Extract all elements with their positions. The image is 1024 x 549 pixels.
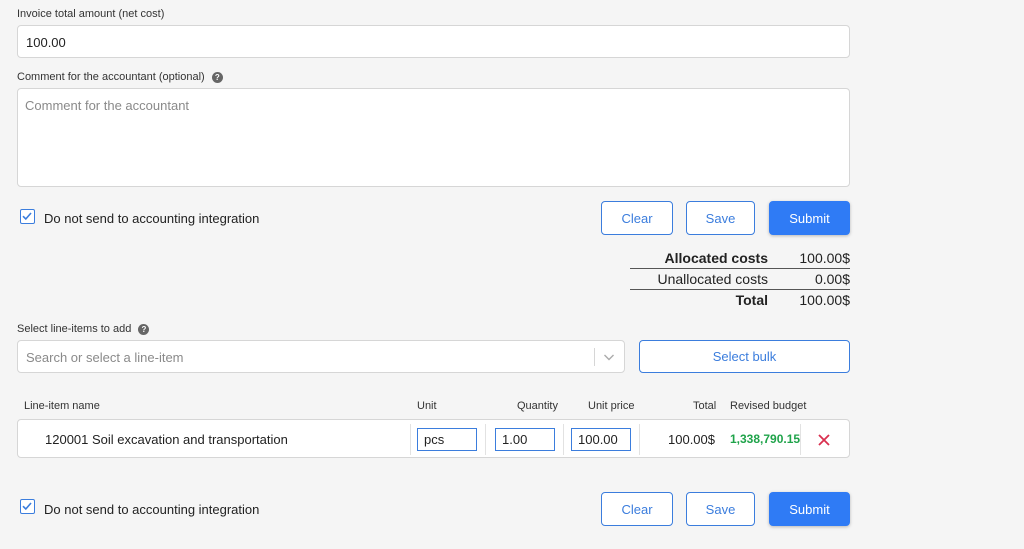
clear-button-bottom[interactable]: Clear — [601, 492, 673, 526]
invoice-total-input[interactable]: 100.00 — [17, 25, 850, 58]
col-header-revised-budget: Revised budget — [730, 400, 807, 412]
checkmark-icon — [22, 212, 32, 221]
quantity-input-value: 1.00 — [502, 432, 528, 447]
quantity-input[interactable]: 1.00 — [495, 428, 555, 451]
col-header-unit: Unit — [417, 400, 437, 412]
unit-price-input-value: 100.00 — [578, 432, 618, 447]
col-header-name: Line-item name — [24, 400, 100, 412]
unallocated-costs-value: 0.00$ — [814, 271, 850, 287]
save-button-bottom[interactable]: Save — [686, 492, 755, 526]
table-row: 120001 Soil excavation and transportatio… — [17, 419, 850, 458]
cell-separator — [563, 424, 564, 455]
unit-input-value: pcs — [424, 432, 445, 447]
close-icon[interactable] — [817, 433, 831, 447]
select-line-items-label: Select line-items to add ? — [17, 323, 150, 335]
no-accounting-checkbox-bottom[interactable] — [20, 499, 35, 514]
select-separator — [594, 348, 595, 366]
cell-separator — [639, 424, 640, 455]
comment-label-text: Comment for the accountant (optional) — [17, 71, 205, 83]
cell-separator — [410, 424, 411, 455]
submit-button-top[interactable]: Submit — [769, 201, 850, 235]
summary-unallocated-row: Unallocated costs 0.00$ — [630, 271, 850, 289]
invoice-total-value: 100.00 — [26, 35, 66, 50]
no-accounting-label-top: Do not send to accounting integration — [44, 211, 260, 226]
save-button-top[interactable]: Save — [686, 201, 755, 235]
no-accounting-checkbox-top[interactable] — [20, 209, 35, 224]
summary-divider-1 — [630, 268, 850, 269]
checkmark-icon — [22, 502, 32, 511]
cell-separator — [485, 424, 486, 455]
select-bulk-button[interactable]: Select bulk — [639, 340, 850, 373]
summary-total-row: Total 100.00$ — [630, 292, 850, 310]
col-header-quantity: Quantity — [517, 400, 558, 412]
col-header-total: Total — [693, 400, 717, 412]
comment-textarea[interactable]: Comment for the accountant — [17, 88, 850, 187]
cell-separator — [800, 424, 801, 455]
summary-divider-2 — [630, 289, 850, 290]
line-item-total: 100.00$ — [668, 432, 715, 447]
no-accounting-label-bottom: Do not send to accounting integration — [44, 502, 260, 517]
clear-button-top[interactable]: Clear — [601, 201, 673, 235]
question-circle-icon[interactable]: ? — [211, 71, 223, 83]
line-item-search-select[interactable]: Search or select a line-item — [17, 340, 625, 373]
line-item-name: 120001 Soil excavation and transportatio… — [45, 432, 288, 447]
unallocated-costs-label: Unallocated costs — [657, 271, 768, 287]
chevron-down-icon[interactable] — [603, 352, 615, 362]
total-label: Total — [735, 292, 768, 308]
unit-price-input[interactable]: 100.00 — [571, 428, 631, 451]
invoice-total-label: Invoice total amount (net cost) — [17, 8, 165, 20]
line-item-search-placeholder: Search or select a line-item — [26, 350, 184, 365]
question-circle-icon[interactable]: ? — [138, 323, 150, 335]
comment-placeholder: Comment for the accountant — [25, 98, 190, 113]
allocated-costs-label: Allocated costs — [664, 250, 768, 266]
summary-allocated-row: Allocated costs 100.00$ — [630, 250, 850, 268]
total-value: 100.00$ — [799, 292, 850, 308]
allocated-costs-value: 100.00$ — [799, 250, 850, 266]
select-line-items-label-text: Select line-items to add — [17, 323, 132, 335]
line-item-revised-budget: 1,338,790.15 — [730, 432, 801, 446]
col-header-unit-price: Unit price — [588, 400, 635, 412]
unit-input[interactable]: pcs — [417, 428, 477, 451]
submit-button-bottom[interactable]: Submit — [769, 492, 850, 526]
comment-label: Comment for the accountant (optional) ? — [17, 71, 223, 83]
